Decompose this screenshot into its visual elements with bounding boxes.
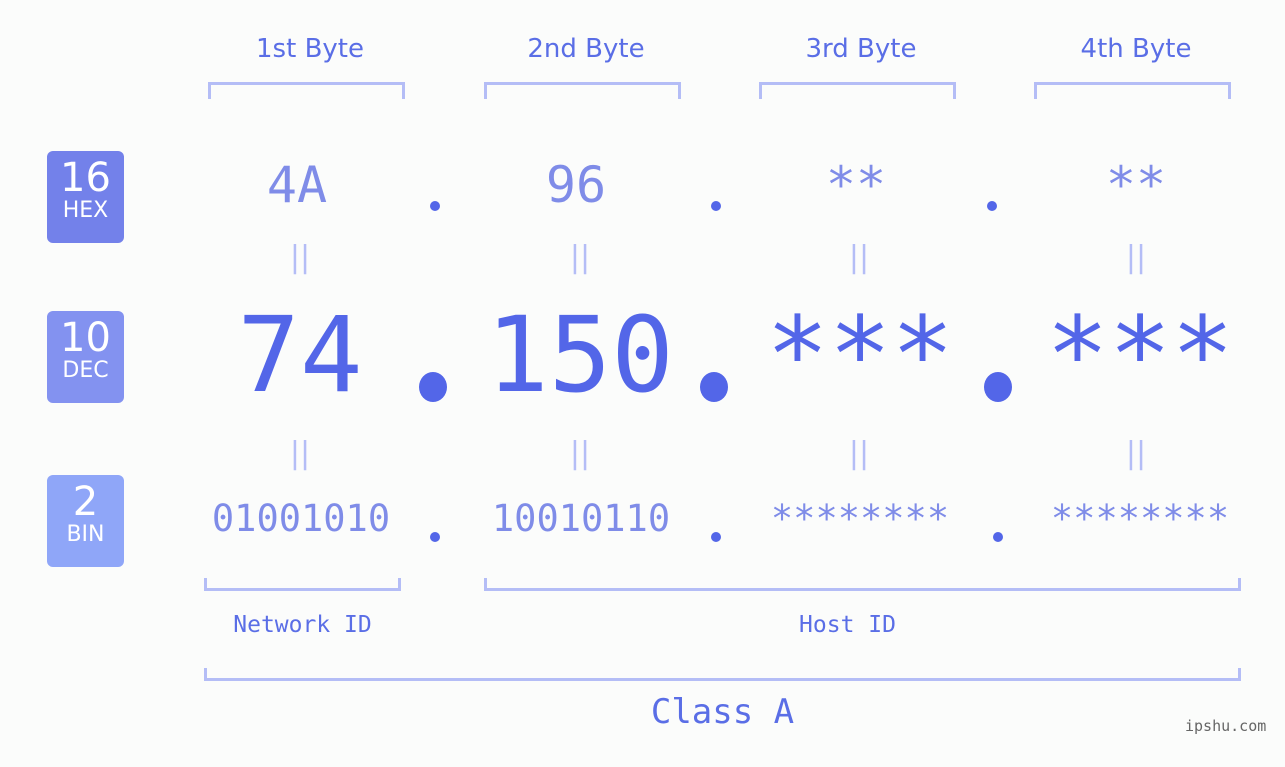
equals-icon: || [289, 240, 311, 275]
byte-bracket-2 [484, 82, 681, 99]
bin-badge: 2 BIN [47, 475, 124, 567]
dec-dot-2 [700, 372, 728, 402]
equals-icon: || [848, 436, 870, 471]
bin-dot-2 [711, 532, 721, 542]
equals-icon: || [289, 436, 311, 471]
byte-bracket-1 [208, 82, 405, 99]
bin-base-number: 2 [72, 479, 99, 525]
dec-base-number: 10 [60, 315, 111, 361]
byte-bracket-3 [759, 82, 956, 99]
dec-value-2: 150 [486, 294, 674, 416]
bin-dot-1 [430, 532, 440, 542]
dec-badge: 10 DEC [47, 311, 124, 403]
watermark: ipshu.com [1185, 717, 1267, 735]
network-id-label: Network ID [233, 612, 372, 638]
hex-base-number: 16 [60, 155, 111, 201]
host-id-bracket [484, 578, 1241, 591]
dec-dot-1 [419, 372, 447, 402]
equals-icon: || [848, 240, 870, 275]
byte-header-2: 2nd Byte [527, 34, 645, 64]
hex-value-3: ** [825, 156, 887, 214]
byte-header-3: 3rd Byte [805, 34, 917, 64]
network-id-bracket [204, 578, 401, 591]
hex-dot-2 [711, 201, 721, 211]
host-id-label: Host ID [799, 612, 896, 638]
hex-badge: 16 HEX [47, 151, 124, 243]
hex-dot-3 [987, 201, 997, 211]
equals-icon: || [1125, 436, 1147, 471]
equals-icon: || [569, 436, 591, 471]
bin-base-label: BIN [66, 522, 105, 547]
dec-value-3: *** [766, 294, 954, 416]
byte-bracket-4 [1034, 82, 1231, 99]
hex-value-4: ** [1105, 156, 1167, 214]
class-label: Class A [650, 692, 795, 732]
equals-icon: || [569, 240, 591, 275]
bin-value-3: ******** [770, 497, 950, 540]
bin-value-4: ******** [1050, 497, 1230, 540]
dec-value-1: 74 [237, 294, 363, 416]
hex-base-label: HEX [62, 198, 109, 223]
class-bracket [204, 668, 1241, 681]
byte-header-1: 1st Byte [256, 34, 364, 64]
bin-dot-3 [993, 532, 1003, 542]
hex-dot-1 [430, 201, 440, 211]
hex-value-2: 96 [545, 156, 607, 214]
hex-value-1: 4A [266, 156, 328, 214]
byte-header-4: 4th Byte [1080, 34, 1192, 64]
bin-value-2: 10010110 [491, 497, 671, 540]
equals-icon: || [1125, 240, 1147, 275]
dec-base-label: DEC [62, 358, 109, 383]
bin-value-1: 01001010 [211, 497, 391, 540]
dec-value-4: *** [1046, 294, 1234, 416]
dec-dot-3 [984, 372, 1012, 402]
